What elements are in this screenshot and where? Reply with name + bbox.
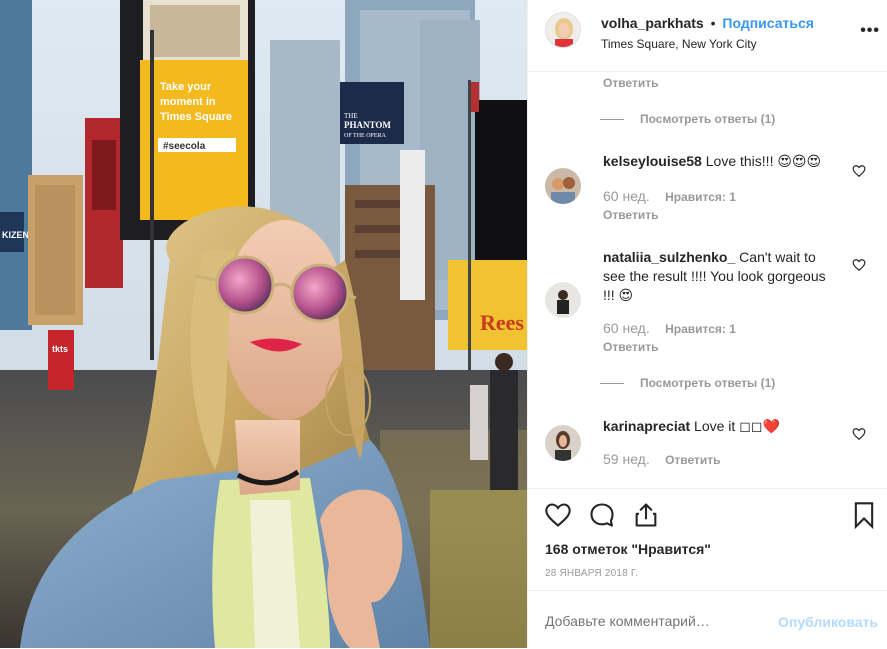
comment-reply-row: Ответить bbox=[603, 340, 670, 354]
phantom-line3: OF THE OPERA bbox=[344, 133, 387, 139]
more-options-button[interactable]: ••• bbox=[860, 22, 880, 40]
comment-text: karinapreciat Love it ◻◻❤️ bbox=[603, 417, 843, 436]
photo-scene: KIZEN Take your moment in Times Square #… bbox=[0, 0, 527, 648]
comment-avatar[interactable] bbox=[545, 425, 581, 461]
comment-text: nataliia_sulzhenko_ Can't wait to see th… bbox=[603, 248, 828, 305]
likes-count[interactable]: 168 отметок "Нравится" bbox=[545, 541, 711, 557]
share-icon[interactable] bbox=[632, 501, 660, 529]
svg-text:Times Square: Times Square bbox=[160, 111, 232, 123]
comment-input[interactable] bbox=[545, 613, 745, 629]
instagram-post-modal: KIZEN Take your moment in Times Square #… bbox=[0, 0, 887, 648]
comment-avatar[interactable] bbox=[545, 168, 581, 204]
kizen-sign-text: KIZEN bbox=[2, 230, 29, 240]
post-comment-button[interactable]: Опубликовать bbox=[778, 614, 878, 630]
comment-meta: 59 нед. Ответить bbox=[603, 451, 733, 467]
comments-list[interactable]: Ответить Посмотреть ответы (1) kelseylou… bbox=[528, 72, 887, 488]
comment-reply-button[interactable]: Ответить bbox=[603, 340, 658, 354]
comment-like-icon[interactable] bbox=[852, 258, 866, 272]
post-side-panel: volha_parkhats • Подписаться Times Squar… bbox=[527, 0, 887, 648]
header-user-line: volha_parkhats • Подписаться bbox=[601, 15, 814, 31]
view-replies-button[interactable]: Посмотреть ответы (1) bbox=[600, 112, 775, 126]
comment-likes[interactable]: Нравится: 1 bbox=[665, 190, 736, 204]
like-heart-icon[interactable] bbox=[544, 501, 572, 529]
comment-reply-button[interactable]: Ответить bbox=[603, 208, 658, 222]
location-link[interactable]: Times Square, New York City bbox=[601, 37, 757, 51]
bookmark-icon[interactable] bbox=[850, 501, 878, 529]
post-actions: 168 отметок "Нравится" 28 ЯНВАРЯ 2018 Г. bbox=[528, 488, 887, 591]
reeses-sign-text: Rees bbox=[480, 310, 524, 335]
avatar[interactable] bbox=[545, 12, 581, 48]
comment-content: Love it ◻◻❤️ bbox=[690, 418, 780, 434]
author-username[interactable]: volha_parkhats bbox=[601, 15, 704, 31]
comment-reply-button[interactable]: Ответить bbox=[665, 453, 720, 467]
comment-time[interactable]: 60 нед. bbox=[603, 320, 650, 336]
comment-time[interactable]: 59 нед. bbox=[603, 451, 650, 467]
svg-text:moment in: moment in bbox=[160, 96, 216, 108]
yellow-billboard-text: Take your bbox=[160, 81, 212, 93]
comment-reply-row: Ответить bbox=[603, 208, 670, 222]
replies-divider-line bbox=[600, 119, 624, 121]
comment-content: Love this!!! 😍😍😍 bbox=[701, 153, 822, 169]
comment-username[interactable]: karinapreciat bbox=[603, 418, 690, 434]
post-date[interactable]: 28 ЯНВАРЯ 2018 Г. bbox=[545, 568, 638, 579]
comment-text: kelseylouise58 Love this!!! 😍😍😍 bbox=[603, 152, 843, 171]
comment-bubble-icon[interactable] bbox=[588, 501, 616, 529]
separator-dot: • bbox=[710, 15, 716, 31]
comment-likes[interactable]: Нравится: 1 bbox=[665, 322, 736, 336]
comment-username[interactable]: kelseylouise58 bbox=[603, 153, 702, 169]
add-comment-bar: Опубликовать bbox=[528, 590, 887, 649]
phantom-line2: PHANTOM bbox=[344, 120, 391, 130]
partial-comment-reply[interactable]: Ответить bbox=[603, 76, 658, 90]
comment-meta: 60 нед. Нравится: 1 bbox=[603, 188, 748, 204]
comment-username[interactable]: nataliia_sulzhenko_ bbox=[603, 249, 735, 265]
comment-meta: 60 нед. Нравится: 1 bbox=[603, 320, 748, 336]
comment-avatar[interactable] bbox=[545, 282, 581, 318]
phantom-line1: THE bbox=[344, 112, 358, 120]
post-photo[interactable]: KIZEN Take your moment in Times Square #… bbox=[0, 0, 527, 648]
comment-like-icon[interactable] bbox=[852, 427, 866, 441]
follow-button[interactable]: Подписаться bbox=[722, 15, 814, 31]
comment-time[interactable]: 60 нед. bbox=[603, 188, 650, 204]
tkts-sign-text: tkts bbox=[52, 344, 68, 354]
replies-divider-line bbox=[600, 383, 624, 385]
yellow-billboard-tag: #seecola bbox=[163, 141, 206, 152]
post-header: volha_parkhats • Подписаться Times Squar… bbox=[528, 0, 887, 72]
view-replies-button[interactable]: Посмотреть ответы (1) bbox=[600, 376, 775, 390]
comment-like-icon[interactable] bbox=[852, 164, 866, 178]
